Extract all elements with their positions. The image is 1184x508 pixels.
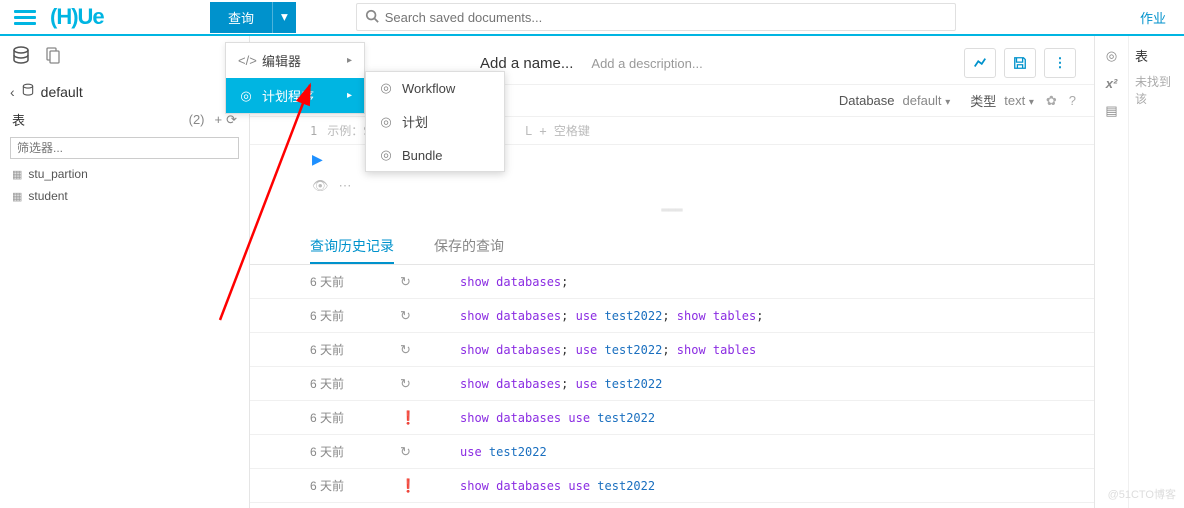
query-dropdown-menu: </> 编辑器 ▸ ◎ 计划程序 ▸ xyxy=(225,42,365,114)
help-icon[interactable]: ? xyxy=(1069,93,1076,108)
query-dropdown-caret[interactable]: ▾ xyxy=(272,2,296,33)
svg-text:(H)Ue: (H)Ue xyxy=(50,4,104,29)
tab-history[interactable]: 查询历史记录 xyxy=(310,230,394,264)
history-list: 6 天前↻show databases;6 天前↻show databases;… xyxy=(250,265,1094,503)
history-status-icon: ↻ xyxy=(400,444,460,460)
tables-count: (2) xyxy=(189,112,205,127)
history-status-icon: ❗ xyxy=(400,478,460,494)
jobs-link[interactable]: 作业 xyxy=(1132,8,1174,27)
history-status-icon: ❗ xyxy=(400,410,460,426)
menu-item-scheduler[interactable]: ◎ 计划程序 ▸ xyxy=(226,78,364,113)
history-row[interactable]: 6 天前↻use test2022 xyxy=(250,435,1094,469)
gear-icon[interactable]: ✿ xyxy=(1046,93,1057,109)
chevron-right-icon: ▸ xyxy=(347,90,352,101)
filter-input[interactable] xyxy=(10,137,239,159)
left-sidebar: ‹ default 表 (2) + ⟳ ▦ stu_partion ▦ student xyxy=(0,36,250,508)
history-sql: use test2022 xyxy=(460,445,547,459)
notebook-name-input[interactable]: Add a name... xyxy=(480,55,573,72)
query-button-group: 查询 ▾ xyxy=(210,2,296,33)
right-panel-empty: 未找到该 xyxy=(1135,73,1178,107)
scheduler-icon: ◎ xyxy=(238,88,254,104)
history-row[interactable]: 6 天前↻show databases; use test2022; show … xyxy=(250,299,1094,333)
editor-hint-suffix: L + 空格键 xyxy=(525,122,590,139)
tables-header: 表 (2) + ⟳ xyxy=(0,106,249,133)
history-status-icon: ↻ xyxy=(400,342,460,358)
hamburger-menu[interactable] xyxy=(10,6,40,29)
back-caret-icon: ‹ xyxy=(10,84,15,100)
type-label: 类型 xyxy=(970,91,996,110)
notebook-description-input[interactable]: Add a description... xyxy=(591,56,702,71)
plan-icon: ◎ xyxy=(378,114,394,130)
assist-icon[interactable]: ◎ xyxy=(1106,48,1117,64)
table-item[interactable]: ▦ stu_partion xyxy=(0,163,249,185)
documents-icon[interactable] xyxy=(44,46,62,67)
grid-icon: ▦ xyxy=(12,168,22,181)
search-input[interactable] xyxy=(385,10,947,25)
chart-button[interactable] xyxy=(964,48,996,78)
history-row[interactable]: 6 天前↻show databases; xyxy=(250,265,1094,299)
database-breadcrumb[interactable]: ‹ default xyxy=(0,77,249,106)
history-time: 6 天前 xyxy=(310,273,400,290)
right-sidebar: ◎ x² ▤ 表 未找到该 xyxy=(1094,36,1184,508)
chevron-right-icon: ▸ xyxy=(347,55,352,66)
search-icon xyxy=(365,9,379,26)
result-tabs: 查询历史记录 保存的查询 xyxy=(250,220,1094,265)
database-name: default xyxy=(41,84,83,100)
history-time: 6 天前 xyxy=(310,477,400,494)
scheduler-submenu: ◎ Workflow ◎ 计划 ◎ Bundle xyxy=(365,71,505,172)
history-row[interactable]: 6 天前↻show databases; use test2022; show … xyxy=(250,333,1094,367)
line-number: 1 xyxy=(310,124,317,138)
save-button[interactable] xyxy=(1004,48,1036,78)
tables-label: 表 xyxy=(12,110,25,129)
database-stack-icon xyxy=(21,83,35,100)
history-sql: show databases use test2022 xyxy=(460,411,655,425)
eye-icon[interactable]: 👁 xyxy=(312,178,329,194)
history-status-icon: ↻ xyxy=(400,274,460,290)
run-button[interactable]: ▶ xyxy=(312,151,323,168)
database-icon[interactable] xyxy=(12,46,30,67)
history-sql: show databases; use test2022; show table… xyxy=(460,343,756,357)
history-row[interactable]: 6 天前↻show databases; use test2022 xyxy=(250,367,1094,401)
type-value[interactable]: text ▾ xyxy=(1004,93,1034,108)
history-time: 6 天前 xyxy=(310,443,400,460)
database-value[interactable]: default ▾ xyxy=(903,93,951,108)
menu-item-bundle[interactable]: ◎ Bundle xyxy=(366,139,504,171)
history-row[interactable]: 6 天前❗show databases use test2022 xyxy=(250,469,1094,503)
history-sql: show databases; xyxy=(460,275,568,289)
functions-icon[interactable]: x² xyxy=(1106,76,1118,91)
history-status-icon: ↻ xyxy=(400,376,460,392)
drag-handle[interactable]: ═══ xyxy=(250,200,1094,220)
history-time: 6 天前 xyxy=(310,307,400,324)
right-panel-header: 表 xyxy=(1135,46,1178,65)
history-time: 6 天前 xyxy=(310,375,400,392)
search-box[interactable] xyxy=(356,3,956,31)
code-icon: </> xyxy=(238,53,254,68)
database-label: Database xyxy=(839,93,895,108)
history-status-icon: ↻ xyxy=(400,308,460,324)
history-sql: show databases use test2022 xyxy=(460,479,655,493)
menu-item-plan[interactable]: ◎ 计划 xyxy=(366,104,504,139)
more-button[interactable]: ⋮ xyxy=(1044,48,1076,78)
history-row[interactable]: 6 天前❗show databases use test2022 xyxy=(250,401,1094,435)
history-sql: show databases; use test2022; show table… xyxy=(460,309,764,323)
topbar: (H)Ue 查询 ▾ 作业 xyxy=(0,0,1184,36)
table-name: stu_partion xyxy=(28,167,87,181)
table-item[interactable]: ▦ student xyxy=(0,185,249,207)
query-button[interactable]: 查询 xyxy=(210,2,272,33)
workflow-icon: ◎ xyxy=(378,80,394,96)
bundle-icon: ◎ xyxy=(378,147,394,163)
history-time: 6 天前 xyxy=(310,409,400,426)
table-name: student xyxy=(28,189,67,203)
menu-item-editor[interactable]: </> 编辑器 ▸ xyxy=(226,43,364,78)
more-dots-icon[interactable]: ⋯ xyxy=(339,178,352,194)
hue-logo: (H)Ue xyxy=(50,4,140,30)
grid-icon: ▦ xyxy=(12,190,22,203)
history-sql: show databases; use test2022 xyxy=(460,377,662,391)
watermark: @51CTO博客 xyxy=(1108,486,1176,502)
lang-ref-icon[interactable]: ▤ xyxy=(1105,103,1117,119)
tab-saved[interactable]: 保存的查询 xyxy=(434,230,504,264)
add-table-icon[interactable]: + xyxy=(215,112,223,127)
history-time: 6 天前 xyxy=(310,341,400,358)
menu-item-workflow[interactable]: ◎ Workflow xyxy=(366,72,504,104)
